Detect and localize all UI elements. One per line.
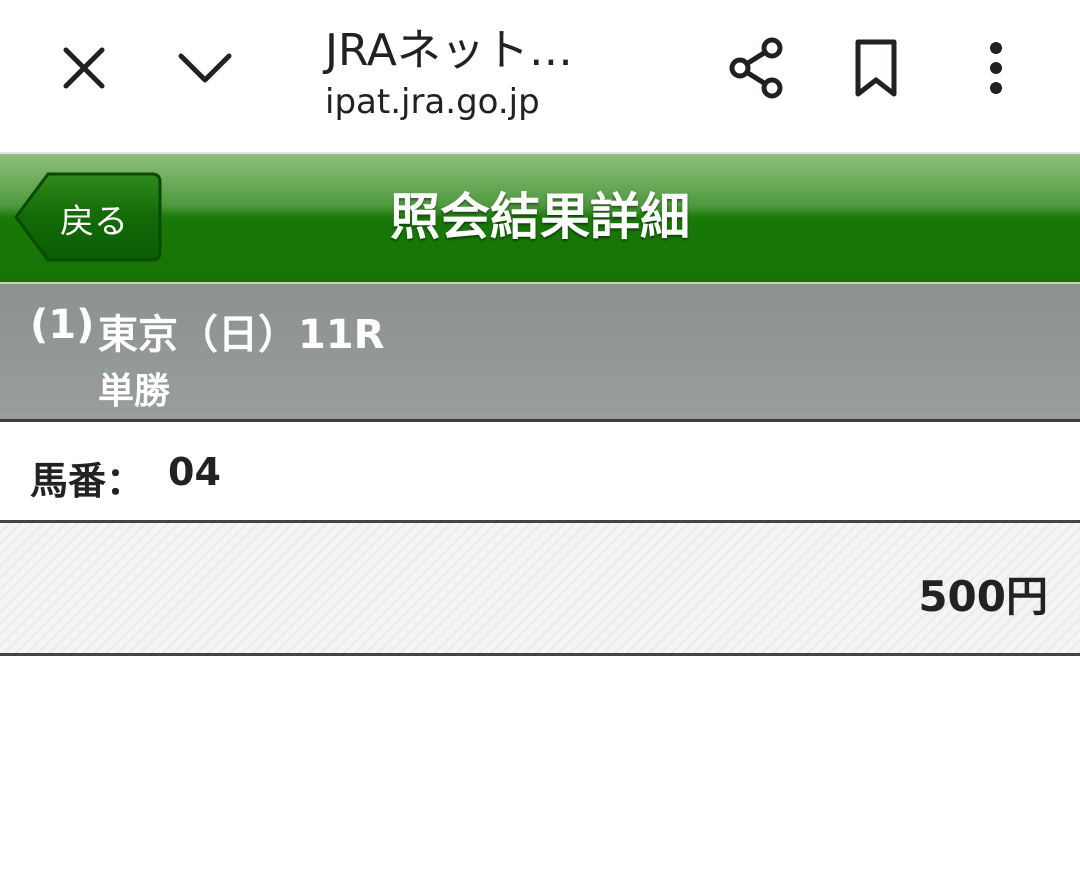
race-index: (1)	[30, 302, 95, 348]
bookmark-button[interactable]	[836, 28, 916, 108]
more-options-button[interactable]	[956, 28, 1036, 108]
horse-number-row: 馬番： 04	[0, 422, 1080, 523]
share-button[interactable]	[716, 28, 796, 108]
back-button-label: 戻る	[60, 202, 128, 242]
race-name: 東京（日）11R	[98, 312, 385, 358]
close-icon	[63, 47, 105, 89]
more-vert-icon	[990, 42, 1002, 94]
page-header: 照会結果詳細 戻る	[0, 154, 1080, 282]
share-icon	[729, 37, 783, 99]
bet-amount: 500円	[918, 572, 1048, 621]
bookmark-icon	[855, 39, 897, 97]
tab-title: JRAネット…	[325, 25, 573, 76]
page-title: 照会結果詳細	[390, 188, 690, 246]
horse-number-value: 04	[168, 450, 221, 494]
bet-type: 単勝	[98, 371, 171, 412]
horse-number-label: 馬番：	[30, 459, 145, 503]
bet-amount-row: 500円	[0, 523, 1080, 656]
back-button[interactable]: 戻る	[14, 172, 162, 262]
url-text[interactable]: ipat.jra.go.jp	[325, 82, 540, 122]
race-info-band: (1) 東京（日）11R 単勝	[0, 282, 1080, 422]
browser-toolbar: JRAネット… ipat.jra.go.jp	[0, 0, 1080, 154]
collapse-button[interactable]	[165, 28, 245, 108]
close-button[interactable]	[44, 28, 124, 108]
chevron-down-icon	[178, 53, 232, 83]
